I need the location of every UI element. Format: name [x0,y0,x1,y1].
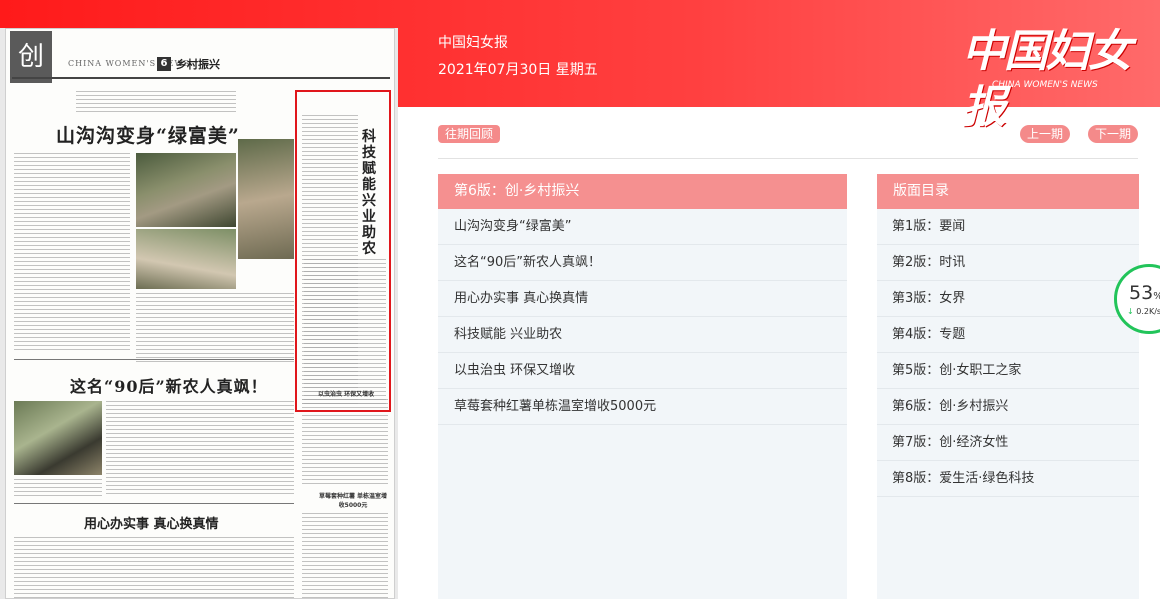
articles-panel-title: 第6版：创·乡村振兴 [438,174,847,209]
page-link[interactable]: 第1版：要闻 [877,209,1139,245]
page-headline[interactable]: 这名“90后”新农人真飒！ [70,373,268,397]
page-headline[interactable]: 草莓套种红薯 单栋温室增收5000元 [318,491,388,509]
next-issue-button[interactable]: 下一期 [1088,125,1139,143]
article-link[interactable]: 以虫治虫 环保又增收 [438,353,847,389]
page-headline[interactable]: 用心办实事 真心换真情 [84,513,219,532]
newspaper-page[interactable]: 创 CHINA WOMEN'S NEWS 6 乡村振兴 山沟沟变身“绿富美” 这… [5,28,395,599]
paper-logo: 中国妇女报 CHINA WOMEN'S NEWS [962,24,1142,133]
article-text [14,537,294,598]
divider [438,158,1138,159]
masthead-en: CHINA WOMEN'S NEWS [68,59,191,68]
pages-panel: 版面目录 第1版：要闻 第2版：时讯 第3版：女界 第4版：专题 第5版：创·女… [877,174,1139,599]
article-text [14,153,130,353]
page-section: 乡村振兴 [176,58,220,71]
speed-percent-unit: % [1153,291,1160,302]
page-link[interactable]: 第3版：女界 [877,281,1139,317]
page-headline[interactable]: 山沟沟变身“绿富美” [56,121,240,148]
article-text [136,293,294,363]
pages-panel-title: 版面目录 [877,174,1139,209]
article-text [302,513,388,598]
speed-rate: ↓ 0.2K/s [1127,307,1160,316]
page-link[interactable]: 第8版：爱生活·绿色科技 [877,461,1139,497]
article-link[interactable]: 科技赋能 兴业助农 [438,317,847,353]
download-arrow-icon: ↓ [1127,307,1134,316]
issue-date: 2021年07月30日 星期五 [438,62,598,78]
article-link[interactable]: 山沟沟变身“绿富美” [438,209,847,245]
page-masthead: CHINA WOMEN'S NEWS 6 乡村振兴 [12,53,390,79]
page-link[interactable]: 第6版：创·乡村振兴 [877,389,1139,425]
column-rule [14,503,294,504]
column-rule [14,359,294,360]
article-link[interactable]: 这名“90后”新农人真飒！ [438,245,847,281]
logo-en-text: CHINA WOMEN'S NEWS [992,80,1098,90]
article-text [14,479,102,499]
article-photo [14,401,102,475]
articles-panel: 第6版：创·乡村振兴 山沟沟变身“绿富美” 这名“90后”新农人真飒！ 用心办实… [438,174,847,599]
article-text [106,401,294,497]
article-link[interactable]: 用心办实事 真心换真情 [438,281,847,317]
history-button[interactable]: 往期回顾 [438,125,501,143]
prev-issue-button[interactable]: 上一期 [1020,125,1071,143]
page-link[interactable]: 第2版：时讯 [877,245,1139,281]
article-photo [136,229,236,289]
article-photo [136,153,236,227]
page-number: 6 [157,57,171,71]
page-link[interactable]: 第4版：专题 [877,317,1139,353]
selected-article-highlight[interactable] [295,90,391,412]
deck-text [76,91,236,113]
paper-title: 中国妇女报 [438,35,508,51]
article-photo [238,139,294,259]
speed-percent: 53% [1129,282,1160,304]
page-link[interactable]: 第5版：创·女职工之家 [877,353,1139,389]
newspaper-page-view: 创 CHINA WOMEN'S NEWS 6 乡村振兴 山沟沟变身“绿富美” 这… [0,28,398,599]
article-text [302,399,388,487]
speed-rate-value: 0.2K/s [1136,307,1160,316]
article-link[interactable]: 草莓套种红薯单栋温室增收5000元 [438,389,847,425]
page-link[interactable]: 第7版：创·经济女性 [877,425,1139,461]
speed-percent-value: 53 [1129,282,1154,304]
